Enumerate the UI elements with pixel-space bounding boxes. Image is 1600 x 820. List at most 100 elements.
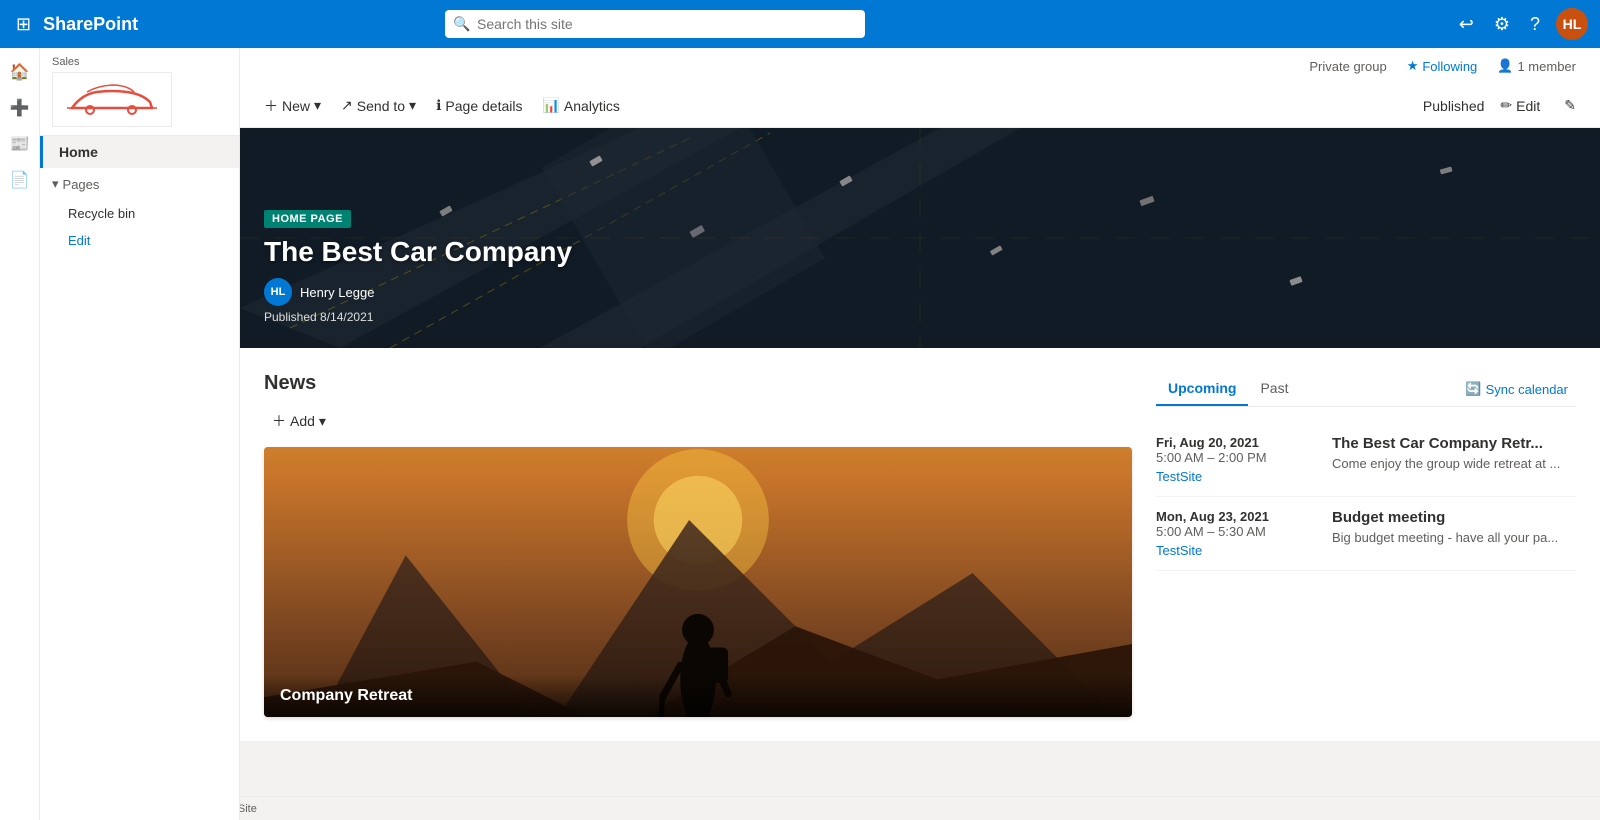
event-date-col-1: Fri, Aug 20, 2021 5:00 AM – 2:00 PM Test… [1156,435,1316,484]
event-1-site-link[interactable]: TestSite [1156,469,1316,484]
sync-calendar-label: Sync calendar [1486,382,1568,397]
send-to-button[interactable]: ↗ Send to ▾ [333,93,424,118]
chevron-down-icon: ▾ [52,176,59,192]
event-item-2: Mon, Aug 23, 2021 5:00 AM – 5:30 AM Test… [1156,497,1576,571]
event-date-col-2: Mon, Aug 23, 2021 5:00 AM – 5:30 AM Test… [1156,509,1316,558]
new-button[interactable]: ＋ New ▾ [256,92,329,120]
event-item-1: Fri, Aug 20, 2021 5:00 AM – 2:00 PM Test… [1156,423,1576,497]
site-logo-image [52,72,172,127]
event-detail-col-1: The Best Car Company Retr... Come enjoy … [1332,435,1576,484]
event-2-time: 5:00 AM – 5:30 AM [1156,524,1316,539]
news-card-title: Company Retreat [264,675,1132,717]
private-group-label: Private group [1309,59,1386,74]
event-1-date: Fri, Aug 20, 2021 [1156,435,1316,450]
home-icon[interactable]: 🏠 [4,56,36,88]
past-tab[interactable]: Past [1248,372,1300,406]
add-site-icon[interactable]: ➕ [4,92,36,124]
news-section: News ＋ Add ▾ [264,372,1132,717]
help-icon[interactable]: ? [1526,10,1544,39]
hero-section: HOME PAGE The Best Car Company HL Henry … [240,128,1600,348]
main-content: Private group ★ Following 👤 1 member ＋ N… [240,48,1600,820]
site-info-row: Private group ★ Following 👤 1 member [240,48,1600,84]
edit-pencil-button[interactable]: ✎ [1556,93,1584,118]
plus-icon: ＋ [264,96,278,116]
nav-subitem-recycle[interactable]: Recycle bin [40,200,239,227]
analytics-button[interactable]: 📊 Analytics [534,93,627,118]
analytics-icon: 📊 [542,97,559,114]
site-navigation: Sales Home ▾ Pages Recycle bin Edit [40,48,240,820]
hero-author-name: Henry Legge [300,285,374,300]
sync-icon: 🔄 [1465,381,1481,397]
back-icon[interactable]: ↩ [1455,10,1478,39]
event-2-date: Mon, Aug 23, 2021 [1156,509,1316,524]
news-card[interactable]: Company Retreat [264,447,1132,717]
left-sidebar: 🏠 ➕ 📰 📄 [0,48,40,820]
new-label: New [282,98,310,114]
upcoming-tab[interactable]: Upcoming [1156,372,1248,406]
edit-label: Edit [1516,98,1540,114]
pencil-icon: ✎ [1564,97,1576,114]
following-label: Following [1422,59,1477,74]
top-navigation: ⊞ SharePoint 🔍 ↩ ⚙ ? HL [0,0,1600,48]
waffle-icon[interactable]: ⊞ [12,10,35,39]
edit-button[interactable]: ✏ Edit [1492,93,1548,118]
send-icon: ↗ [341,97,353,114]
hero-badge: HOME PAGE [264,210,351,228]
app-title: SharePoint [43,14,138,35]
page-details-label: Page details [445,98,522,114]
feed-icon[interactable]: 📰 [4,128,36,160]
site-logo-area: Sales [40,48,239,136]
nav-section-pages[interactable]: ▾ Pages [40,168,239,200]
events-tabs: Upcoming Past 🔄 Sync calendar [1156,372,1576,407]
add-news-button[interactable]: ＋ Add ▾ [264,407,334,435]
page-command-bar: ＋ New ▾ ↗ Send to ▾ ℹ Page details 📊 Ana… [240,84,1600,128]
sync-calendar-button[interactable]: 🔄 Sync calendar [1457,377,1576,401]
hero-author: HL Henry Legge [264,278,572,306]
search-input[interactable] [445,10,865,38]
nav-link-edit[interactable]: Edit [40,227,239,254]
event-1-title: The Best Car Company Retr... [1332,435,1576,452]
nav-item-home[interactable]: Home [40,136,239,168]
news-card-image: Company Retreat [264,447,1132,717]
add-plus-icon: ＋ [272,411,286,431]
event-1-time: 5:00 AM – 2:00 PM [1156,450,1316,465]
following-button[interactable]: ★ Following [1403,56,1482,76]
page-details-button[interactable]: ℹ Page details [428,93,530,118]
hero-published-date: Published 8/14/2021 [264,310,572,324]
top-nav-right: ↩ ⚙ ? HL [1455,8,1588,40]
add-label: Add [290,413,315,429]
status-bar: https://citizenbuilders.sharepoint.com/s… [0,796,1600,820]
content-area: News ＋ Add ▾ [240,348,1600,741]
analytics-label: Analytics [564,98,620,114]
event-2-site-link[interactable]: TestSite [1156,543,1316,558]
add-chevron-icon: ▾ [319,413,326,430]
published-status: Published [1423,98,1485,114]
documents-icon[interactable]: 📄 [4,164,36,196]
edit-icon: ✏ [1500,97,1512,114]
members-info: 👤 1 member [1497,58,1576,74]
settings-icon[interactable]: ⚙ [1490,10,1514,39]
user-avatar[interactable]: HL [1556,8,1588,40]
send-chevron-icon: ▾ [409,97,416,114]
site-logo-label: Sales [52,56,227,68]
event-2-description: Big budget meeting - have all your pa... [1332,530,1576,545]
cmd-bar-right: Published ✏ Edit ✎ [1423,93,1584,118]
event-2-title: Budget meeting [1332,509,1576,526]
new-chevron-icon: ▾ [314,97,321,114]
hero-title: The Best Car Company [264,236,572,268]
search-icon: 🔍 [453,16,470,33]
car-logo-svg [62,80,162,120]
event-1-description: Come enjoy the group wide retreat at ... [1332,456,1576,471]
person-icon: 👤 [1497,58,1513,74]
info-icon: ℹ [436,97,441,114]
hero-author-avatar: HL [264,278,292,306]
event-detail-col-2: Budget meeting Big budget meeting - have… [1332,509,1576,558]
search-bar: 🔍 [445,10,865,38]
hero-content: HOME PAGE The Best Car Company HL Henry … [264,209,572,324]
news-section-title: News [264,372,1132,395]
events-section: Upcoming Past 🔄 Sync calendar Fri, Aug 2… [1156,372,1576,717]
send-to-label: Send to [357,98,405,114]
star-icon: ★ [1407,58,1419,74]
nav-section-label: Pages [63,177,100,192]
members-count: 1 member [1517,59,1576,74]
